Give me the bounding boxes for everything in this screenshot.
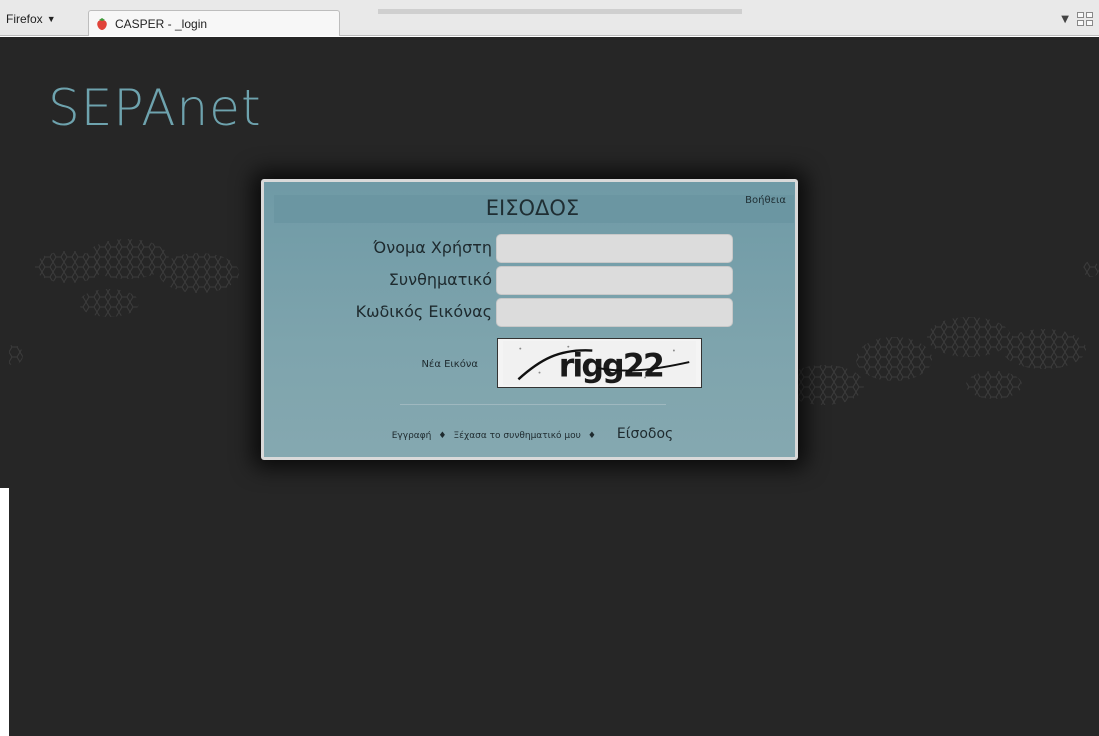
forgot-password-link[interactable]: Ξέχασα το συνθηματικό μου — [453, 431, 580, 441]
strawberry-favicon-icon — [97, 17, 107, 30]
login-title: ΕΙΣΟΔΟΣ — [485, 196, 580, 220]
tab-title: CASPER - _login — [115, 16, 208, 31]
footer-separator: ♦ — [438, 431, 447, 441]
firefox-menu-label: Firefox — [6, 12, 43, 26]
new-captcha-image-link[interactable]: Νέα Εικόνα — [421, 359, 478, 370]
help-link[interactable]: Βοήθεια — [745, 195, 786, 206]
url-bar[interactable] — [378, 9, 742, 14]
tab-groups-icon[interactable] — [1077, 12, 1093, 26]
captcha-image: rigg22 — [497, 338, 702, 388]
browser-toolbar: Firefox ▼ CASPER - _login ▼ — [0, 0, 1099, 36]
page-viewport: SEPAnet ΕΙΣΟΔΟΣ Βοήθεια Όνομα Χρήστη Συν… — [9, 37, 1099, 736]
page-left-edge — [0, 37, 9, 488]
password-label: Συνθηματικό — [388, 270, 492, 289]
sepanet-logo: SEPAnet — [48, 79, 262, 137]
captcha-code-input[interactable] — [496, 298, 733, 327]
login-footer: Εγγραφή ♦ Ξέχασα το συνθηματικό μου ♦ Εί… — [264, 426, 801, 442]
login-submit-link[interactable]: Είσοδος — [617, 426, 673, 442]
browser-tab[interactable]: CASPER - _login — [88, 10, 340, 36]
captcha-code-label: Κωδικός Εικόνας — [355, 302, 492, 321]
footer-divider — [400, 404, 666, 405]
tab-list-chevron-icon[interactable]: ▼ — [1061, 14, 1069, 25]
register-link[interactable]: Εγγραφή — [392, 431, 432, 441]
page-left-gap — [0, 488, 9, 736]
captcha-text: rigg22 — [559, 348, 663, 384]
password-input[interactable] — [496, 266, 733, 295]
username-input[interactable] — [496, 234, 733, 263]
username-label: Όνομα Χρήστη — [373, 238, 492, 257]
login-panel: ΕΙΣΟΔΟΣ Βοήθεια Όνομα Χρήστη Συνθηματικό… — [261, 179, 798, 460]
chevron-down-icon: ▼ — [46, 14, 56, 24]
firefox-menu-button[interactable]: Firefox ▼ — [6, 12, 56, 26]
footer-separator: ♦ — [587, 431, 596, 441]
